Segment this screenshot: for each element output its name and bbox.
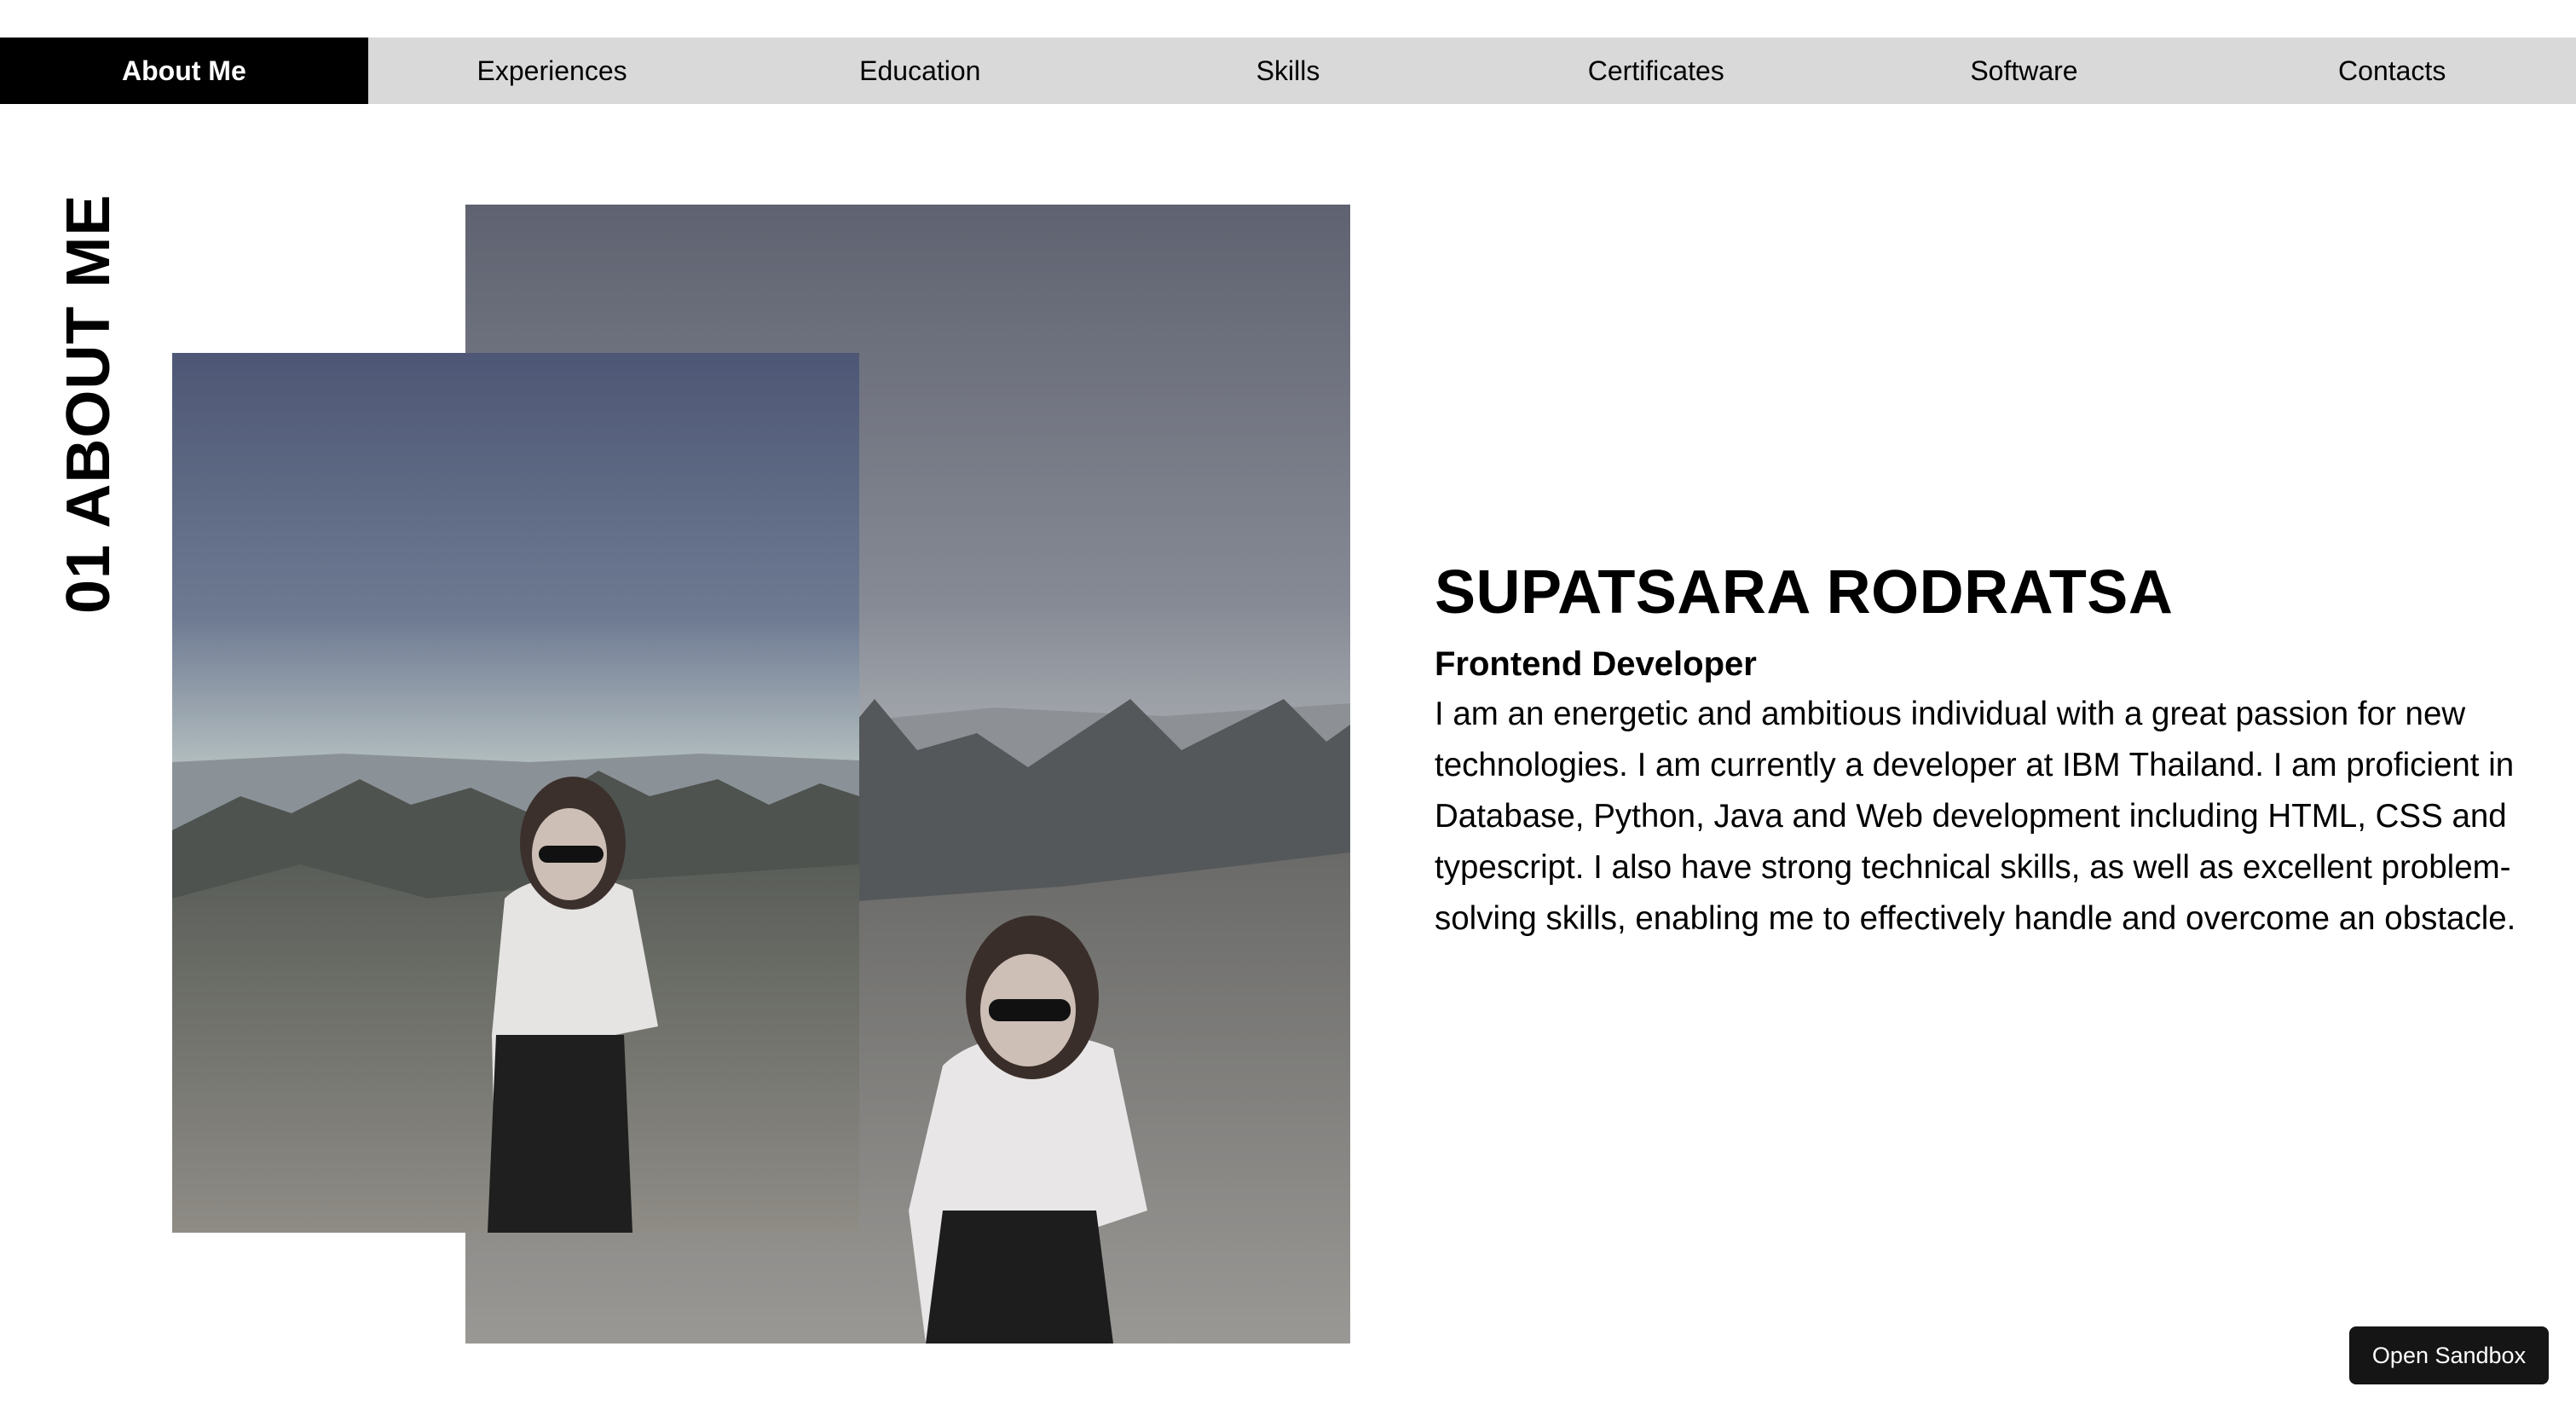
profile-bio: I am an energetic and ambitious individu… [1435,696,2516,937]
nav-item-software[interactable]: Software [1840,38,2209,104]
nav-item-about-me[interactable]: About Me [0,38,368,104]
profile-photo-small [172,353,859,1233]
profile-name: SUPATSARA RODRATSA [1435,558,2174,627]
page: About Me Experiences Education Skills Ce… [0,0,2576,1410]
nav-item-certificates[interactable]: Certificates [1472,38,1840,104]
nav-item-experiences[interactable]: Experiences [368,38,736,104]
nav-item-skills[interactable]: Skills [1104,38,1472,104]
nav-item-contacts[interactable]: Contacts [2208,38,2576,104]
section-title: 01 ABOUT ME [55,194,123,614]
profile-photo-small-image [172,353,859,1233]
profile-role: Frontend Developer [1435,645,1757,683]
top-nav: About Me Experiences Education Skills Ce… [0,38,2576,104]
intro-block: SUPATSARA RODRATSA Frontend Developer I … [1435,554,2534,945]
open-sandbox-button[interactable]: Open Sandbox [2349,1326,2549,1384]
nav-item-education[interactable]: Education [736,38,1104,104]
